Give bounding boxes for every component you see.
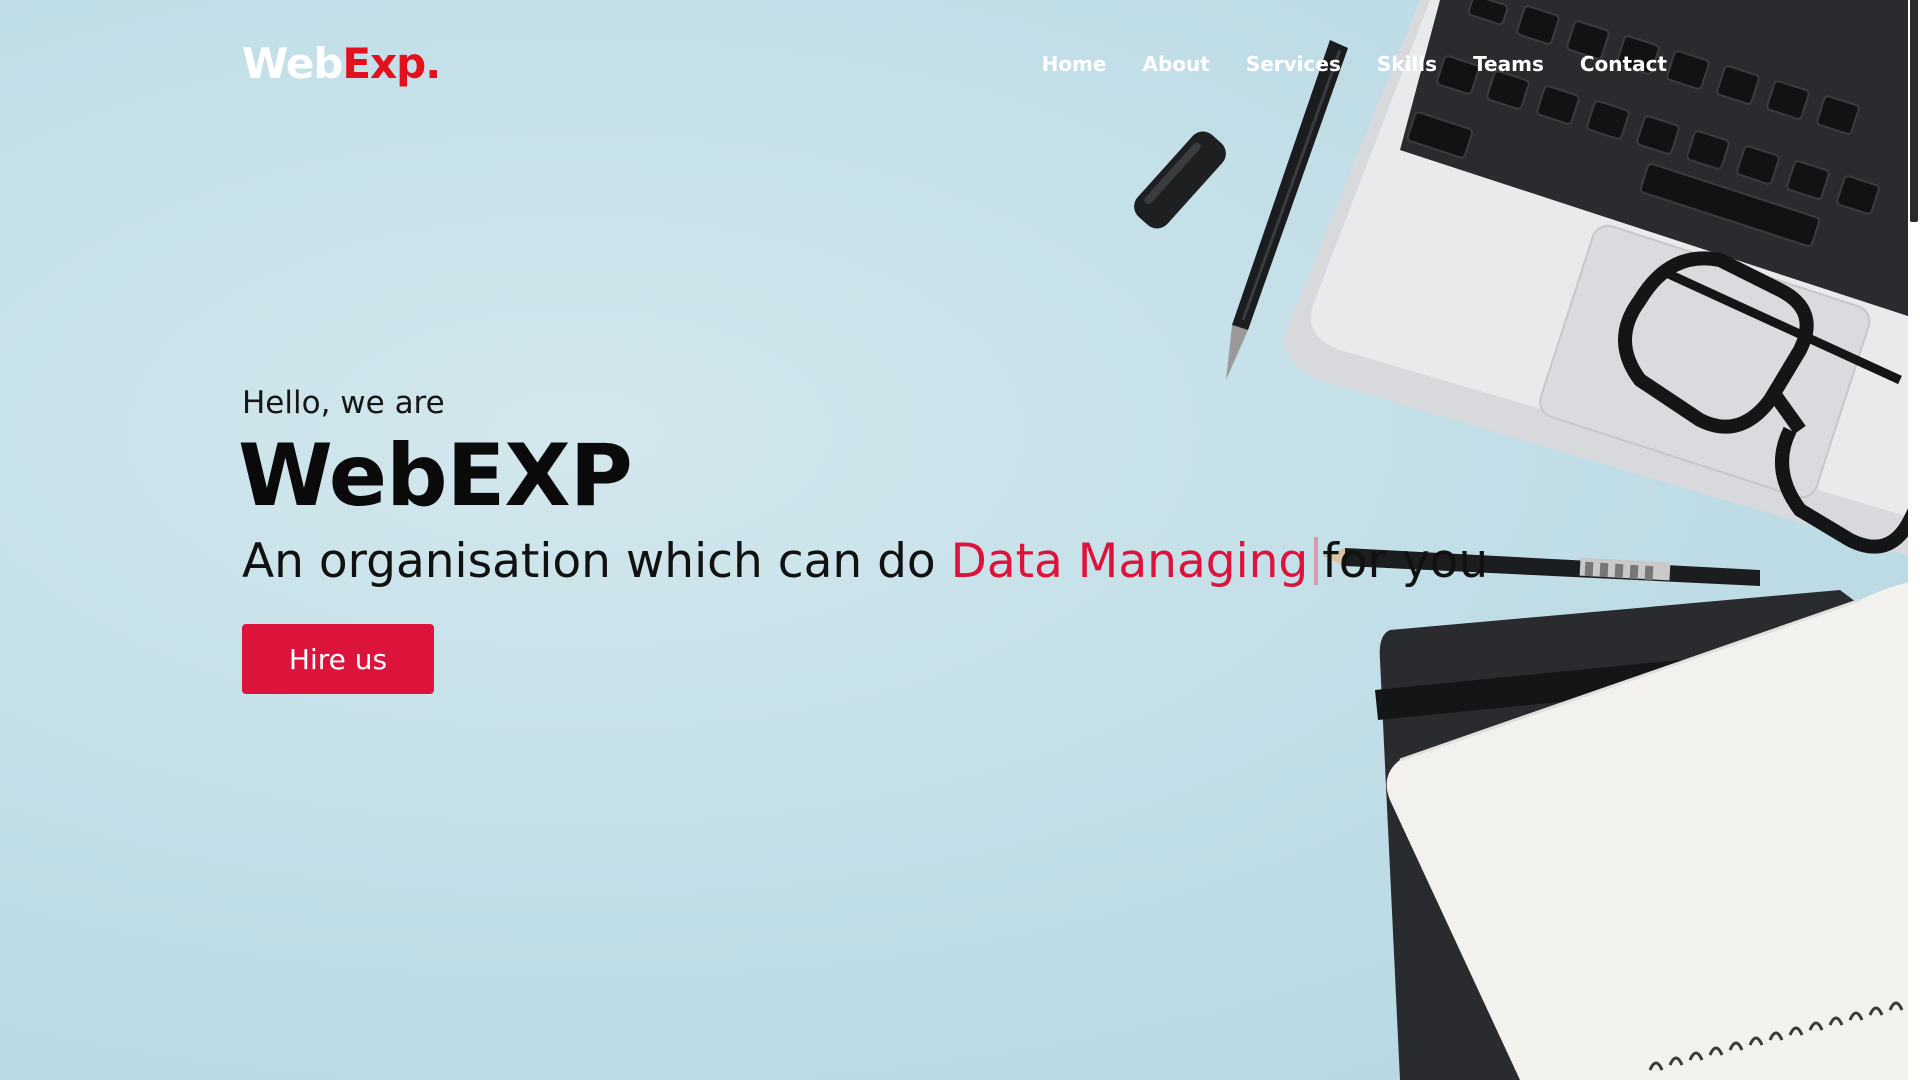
hero-tagline: An organisation which can do Data Managi… (242, 530, 1542, 594)
logo-exp-text: Exp. (342, 39, 441, 88)
hire-us-button[interactable]: Hire us (242, 624, 434, 694)
nav-link-skills[interactable]: Skills (1377, 52, 1437, 76)
tagline-typed-text: Data Managing (950, 534, 1309, 589)
top-navbar: WebExp. Home About Services Skills Teams… (242, 36, 1667, 96)
nav-link-contact[interactable]: Contact (1580, 52, 1667, 76)
page-scrollbar[interactable] (1908, 0, 1920, 1080)
hero-greeting: Hello, we are (242, 385, 445, 421)
hero-section: WebExp. Home About Services Skills Teams… (0, 0, 1920, 1080)
typing-cursor (1314, 537, 1319, 585)
logo-web-text: Web (242, 39, 343, 88)
nav-link-teams[interactable]: Teams (1473, 52, 1544, 76)
nav-link-services[interactable]: Services (1246, 52, 1341, 76)
pen-cap-image (1134, 131, 1226, 229)
tagline-suffix: for you (1322, 534, 1489, 589)
nav-link-home[interactable]: Home (1042, 52, 1107, 76)
hero-content: Hello, we are WebEXP An organisation whi… (238, 380, 1542, 694)
nav-menu: Home About Services Skills Teams Contact (1042, 50, 1667, 78)
site-logo[interactable]: WebExp. (242, 36, 441, 92)
scrollbar-thumb[interactable] (1910, 0, 1918, 222)
hero-title: WebEXP (238, 426, 633, 526)
tagline-prefix: An organisation which can do (242, 534, 936, 589)
nav-link-about[interactable]: About (1142, 52, 1209, 76)
